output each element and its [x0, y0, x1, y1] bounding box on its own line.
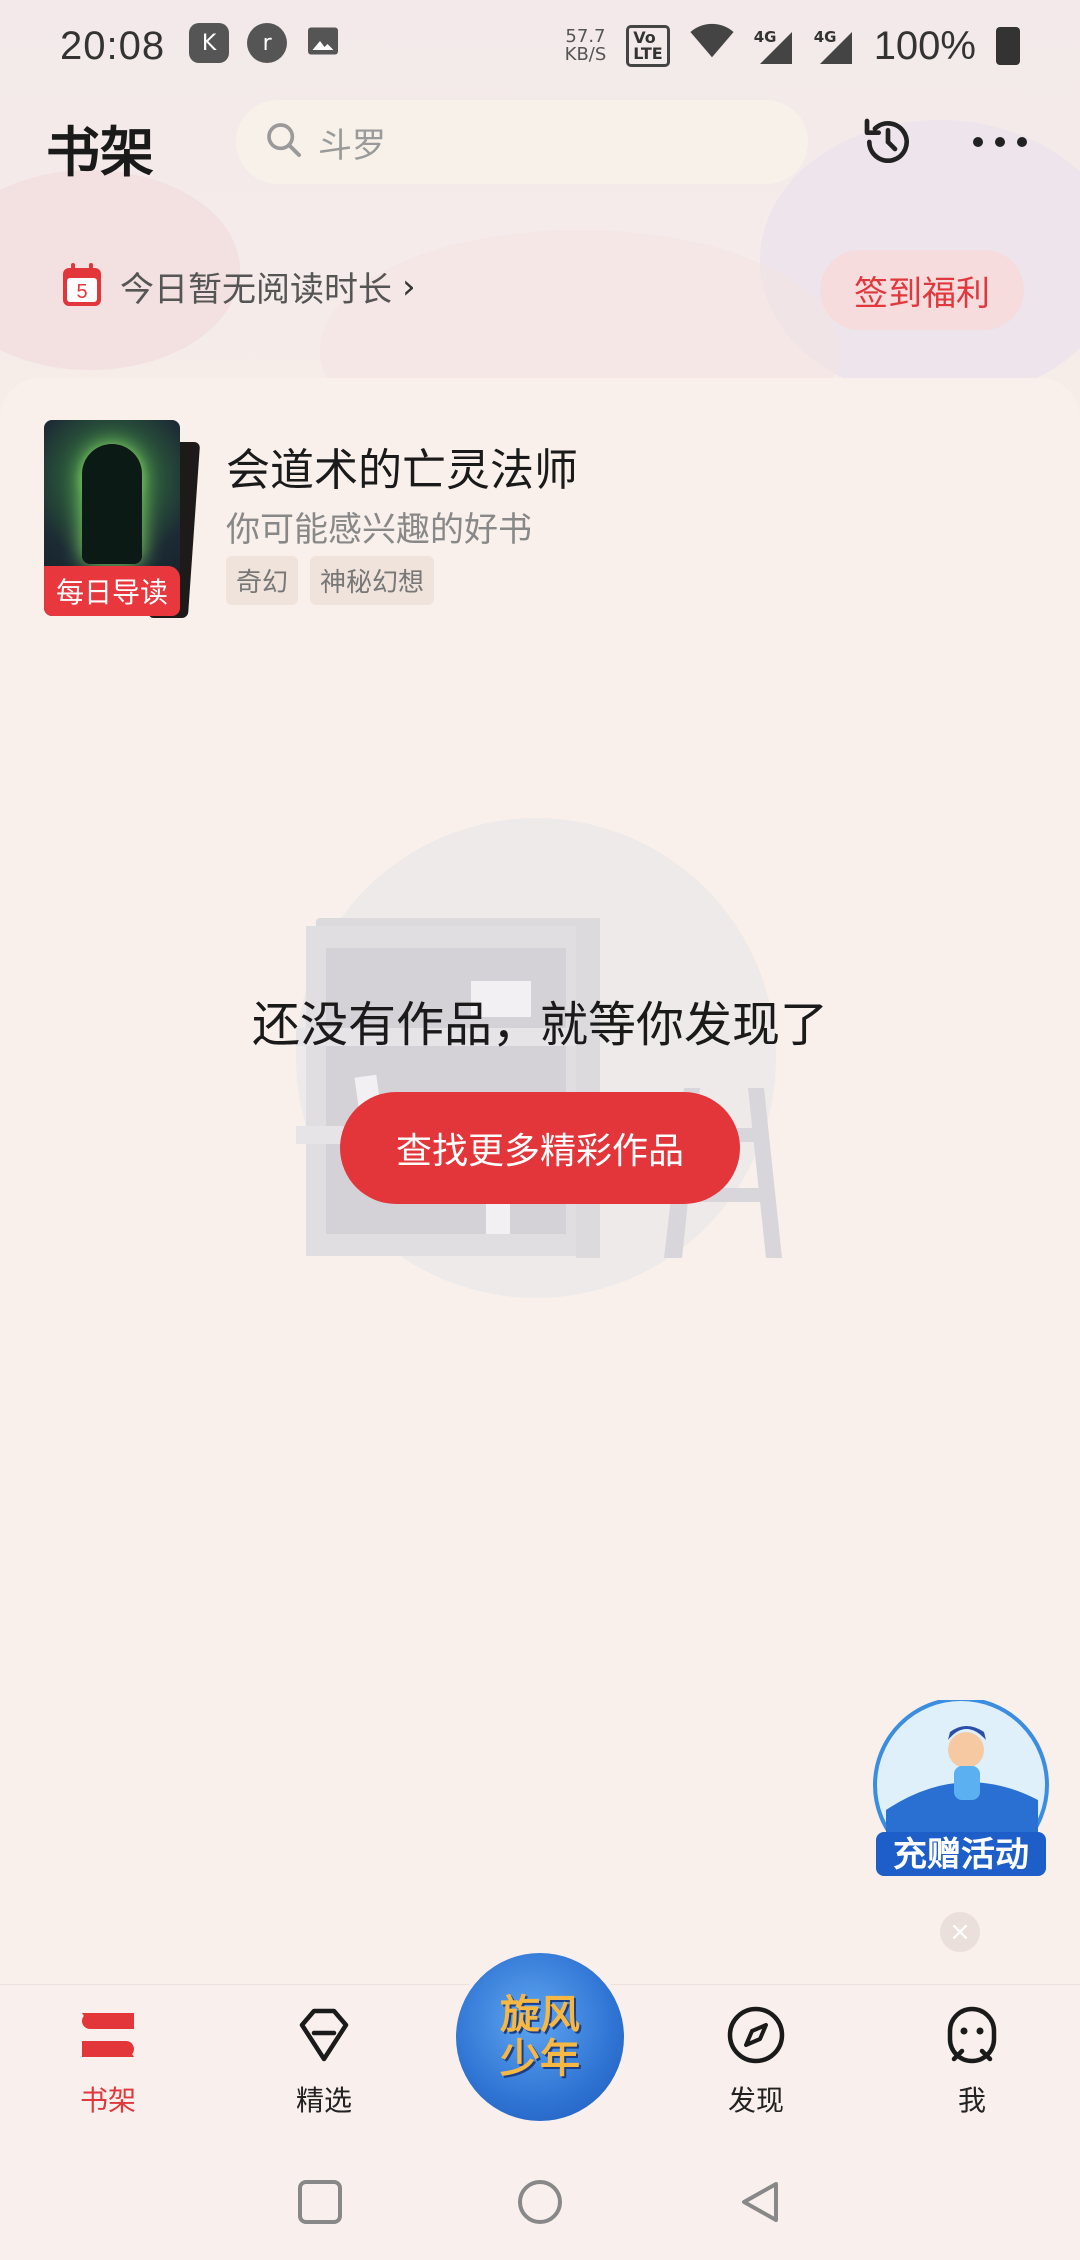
daily-recommendation[interactable]: 每日导读 会道术的亡灵法师 你可能感兴趣的好书 奇幻 神秘幻想: [44, 420, 944, 620]
tab-label: 书架: [79, 2084, 136, 2117]
search-icon: [264, 120, 304, 164]
tab-bookshelf[interactable]: 书架: [28, 2003, 188, 2119]
wifi-icon: [690, 23, 734, 69]
empty-bookshelf-illustration: [296, 818, 816, 1298]
signal-icon: 4G: [754, 28, 794, 64]
app-notification-icon: r: [247, 23, 288, 63]
page-title: 书架: [46, 121, 154, 184]
find-more-button[interactable]: 查找更多精彩作品: [340, 1092, 740, 1204]
chevron-right-icon: ›: [402, 266, 416, 307]
search-input[interactable]: 斗罗: [236, 100, 808, 184]
center-promo-icon: 旋风 少年: [500, 1992, 580, 2082]
book-subtitle: 你可能感兴趣的好书: [226, 510, 532, 550]
tag: 奇幻: [226, 556, 299, 605]
tab-featured[interactable]: 精选: [244, 2003, 404, 2119]
battery-icon: [996, 27, 1020, 65]
tab-label: 精选: [295, 2084, 352, 2117]
daily-guide-badge: 每日导读: [44, 566, 180, 616]
empty-state-message: 还没有作品，就等你发现了: [251, 997, 828, 1053]
battery-percent: 100%: [873, 23, 976, 68]
close-icon[interactable]: ×: [940, 1912, 980, 1952]
tab-me[interactable]: 我: [892, 2003, 1052, 2119]
book-title: 会道术的亡灵法师: [226, 445, 578, 496]
calendar-icon: 5: [62, 262, 102, 311]
volte-icon: Vo LTE: [626, 25, 670, 67]
recents-icon[interactable]: [290, 2172, 350, 2232]
tab-discover[interactable]: 发现: [676, 2003, 836, 2119]
bottom-navigation: 书架 精选 旋风 少年 发现 我: [0, 1949, 1080, 2144]
center-promo-button[interactable]: 旋风 少年: [452, 1949, 628, 2125]
svg-text:充赠活动: 充赠活动: [893, 1835, 1029, 1875]
book-cover: 每日导读: [44, 420, 180, 616]
reading-time-text: 今日暂无阅读时长: [120, 270, 392, 310]
history-icon[interactable]: [856, 110, 920, 174]
signin-rewards-button[interactable]: 签到福利: [820, 250, 1024, 330]
search-placeholder: 斗罗: [318, 125, 386, 166]
system-navigation-bar: [0, 2144, 1080, 2260]
network-speed: 57.7 KB/S: [564, 26, 607, 65]
profile-icon: [940, 2003, 1004, 2071]
back-icon[interactable]: [730, 2172, 790, 2232]
image-icon: [305, 23, 341, 69]
tab-label: 我: [957, 2084, 986, 2117]
svg-text:5: 5: [76, 281, 87, 303]
book-tags: 奇幻 神秘幻想: [226, 556, 435, 605]
app-notification-icon: K: [189, 23, 230, 63]
status-time: 20:08: [60, 23, 166, 68]
home-icon[interactable]: [510, 2172, 570, 2232]
top-header: 书架 斗罗: [0, 98, 1080, 186]
recharge-promo[interactable]: 充赠活动: [866, 1697, 1056, 1890]
compass-icon: [724, 2003, 788, 2071]
diamond-icon: [292, 2003, 356, 2071]
tag: 神秘幻想: [310, 556, 435, 605]
reading-time-row[interactable]: 5 今日暂无阅读时长 ›: [62, 262, 416, 311]
tab-label: 发现: [727, 2084, 784, 2117]
status-bar: 20:08 K r 57.7 KB/S Vo LTE 4G 4G 100%: [0, 0, 1080, 92]
signal-icon: 4G: [814, 28, 854, 64]
more-icon[interactable]: [968, 110, 1032, 174]
bookshelf-icon: [76, 2003, 140, 2071]
